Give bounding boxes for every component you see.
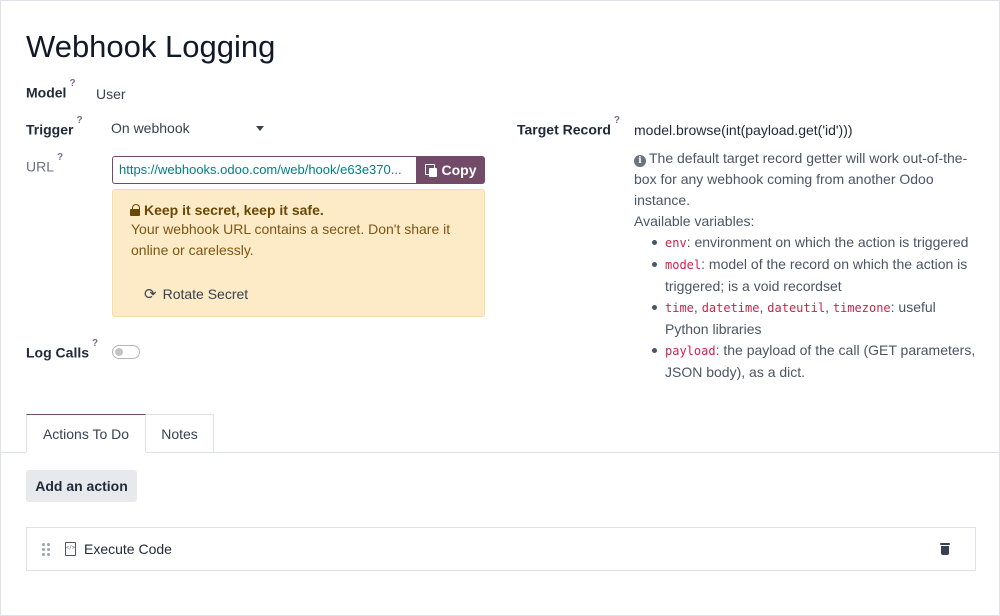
tab-notes[interactable]: Notes — [146, 414, 214, 453]
log-calls-toggle[interactable] — [112, 345, 140, 359]
secret-warning-alert: Keep it secret, keep it safe. Your webho… — [112, 189, 485, 317]
model-value[interactable]: User — [96, 86, 126, 102]
help-intro: i The default target record getter will w… — [634, 148, 979, 211]
target-record-help-icon[interactable]: ? — [614, 115, 620, 126]
help-var-code: dateutil — [767, 301, 826, 315]
trigger-help-icon[interactable]: ? — [76, 115, 82, 126]
copy-icon — [424, 163, 437, 177]
alert-body: Your webhook URL contains a secret. Don'… — [131, 221, 451, 258]
model-label: Model? — [26, 78, 76, 101]
target-record-help: i The default target record getter will w… — [634, 148, 979, 383]
help-var-item: time, datetime, dateutil, timezone: usef… — [647, 297, 979, 340]
caret-down-icon — [256, 126, 264, 131]
help-var-item: payload: the payload of the call (GET pa… — [647, 340, 979, 383]
form-sheet: Webhook Logging Model? User Trigger? On … — [0, 0, 1000, 616]
alert-title-text: Keep it secret, keep it safe. — [144, 202, 324, 218]
model-help-icon[interactable]: ? — [69, 78, 75, 89]
action-name: Execute Code — [84, 541, 172, 557]
copy-button-label: Copy — [441, 162, 477, 178]
action-row[interactable]: Execute Code — [26, 527, 976, 571]
trigger-select[interactable]: On webhook — [111, 120, 266, 140]
copy-button[interactable]: Copy — [416, 156, 485, 184]
refresh-icon: ⟳ — [144, 285, 157, 303]
model-label-text: Model — [26, 84, 67, 101]
log-calls-label-text: Log Calls — [26, 344, 90, 361]
help-var-code: time — [665, 301, 694, 315]
help-var-code: datetime — [701, 301, 760, 315]
help-var-item: model: model of the record on which the … — [647, 254, 979, 297]
trigger-select-value: On webhook — [111, 120, 190, 136]
log-calls-help-icon[interactable]: ? — [92, 338, 98, 349]
file-code-icon — [65, 542, 76, 556]
rotate-secret-label: Rotate Secret — [162, 286, 249, 302]
url-label-text: URL — [26, 158, 55, 175]
url-field-group: https://webhooks.odoo.com/web/hook/e63e3… — [112, 156, 485, 184]
toggle-knob — [115, 348, 123, 356]
tab-actions-to-do[interactable]: Actions To Do — [26, 414, 146, 453]
help-vars-list: env: environment on which the action is … — [647, 232, 979, 383]
add-action-button[interactable]: Add an action — [26, 470, 137, 502]
url-input[interactable]: https://webhooks.odoo.com/web/hook/e63e3… — [112, 156, 416, 184]
help-vars-title: Available variables: — [634, 213, 755, 229]
help-var-text: : environment on which the action is tri… — [686, 234, 969, 250]
lock-icon — [130, 204, 140, 216]
alert-title: Keep it secret, keep it safe. — [130, 202, 324, 218]
record-title[interactable]: Webhook Logging — [26, 29, 275, 65]
trigger-label: Trigger? — [26, 115, 83, 138]
help-var-text: : model of the record on which the actio… — [665, 256, 968, 294]
trigger-label-text: Trigger — [26, 121, 74, 138]
target-record-label-text: Target Record — [517, 121, 611, 138]
url-label: URL? — [26, 152, 63, 175]
target-record-label: Target Record? — [517, 115, 620, 138]
help-var-code: model — [665, 258, 702, 272]
drag-handle-icon[interactable] — [42, 543, 52, 557]
help-var-code: payload — [665, 344, 716, 358]
target-record-input[interactable]: model.browse(int(payload.get('id'))) — [634, 122, 853, 138]
url-help-icon[interactable]: ? — [57, 152, 63, 163]
help-intro-text: The default target record getter will wo… — [634, 150, 968, 208]
info-circle-icon: i — [634, 155, 646, 167]
help-var-item: env: environment on which the action is … — [647, 232, 979, 254]
trash-icon[interactable] — [940, 543, 950, 555]
help-var-code: env — [665, 236, 687, 250]
rotate-secret-button[interactable]: ⟳ Rotate Secret — [144, 283, 248, 305]
log-calls-label: Log Calls? — [26, 338, 98, 361]
help-var-code: timezone — [832, 301, 891, 315]
